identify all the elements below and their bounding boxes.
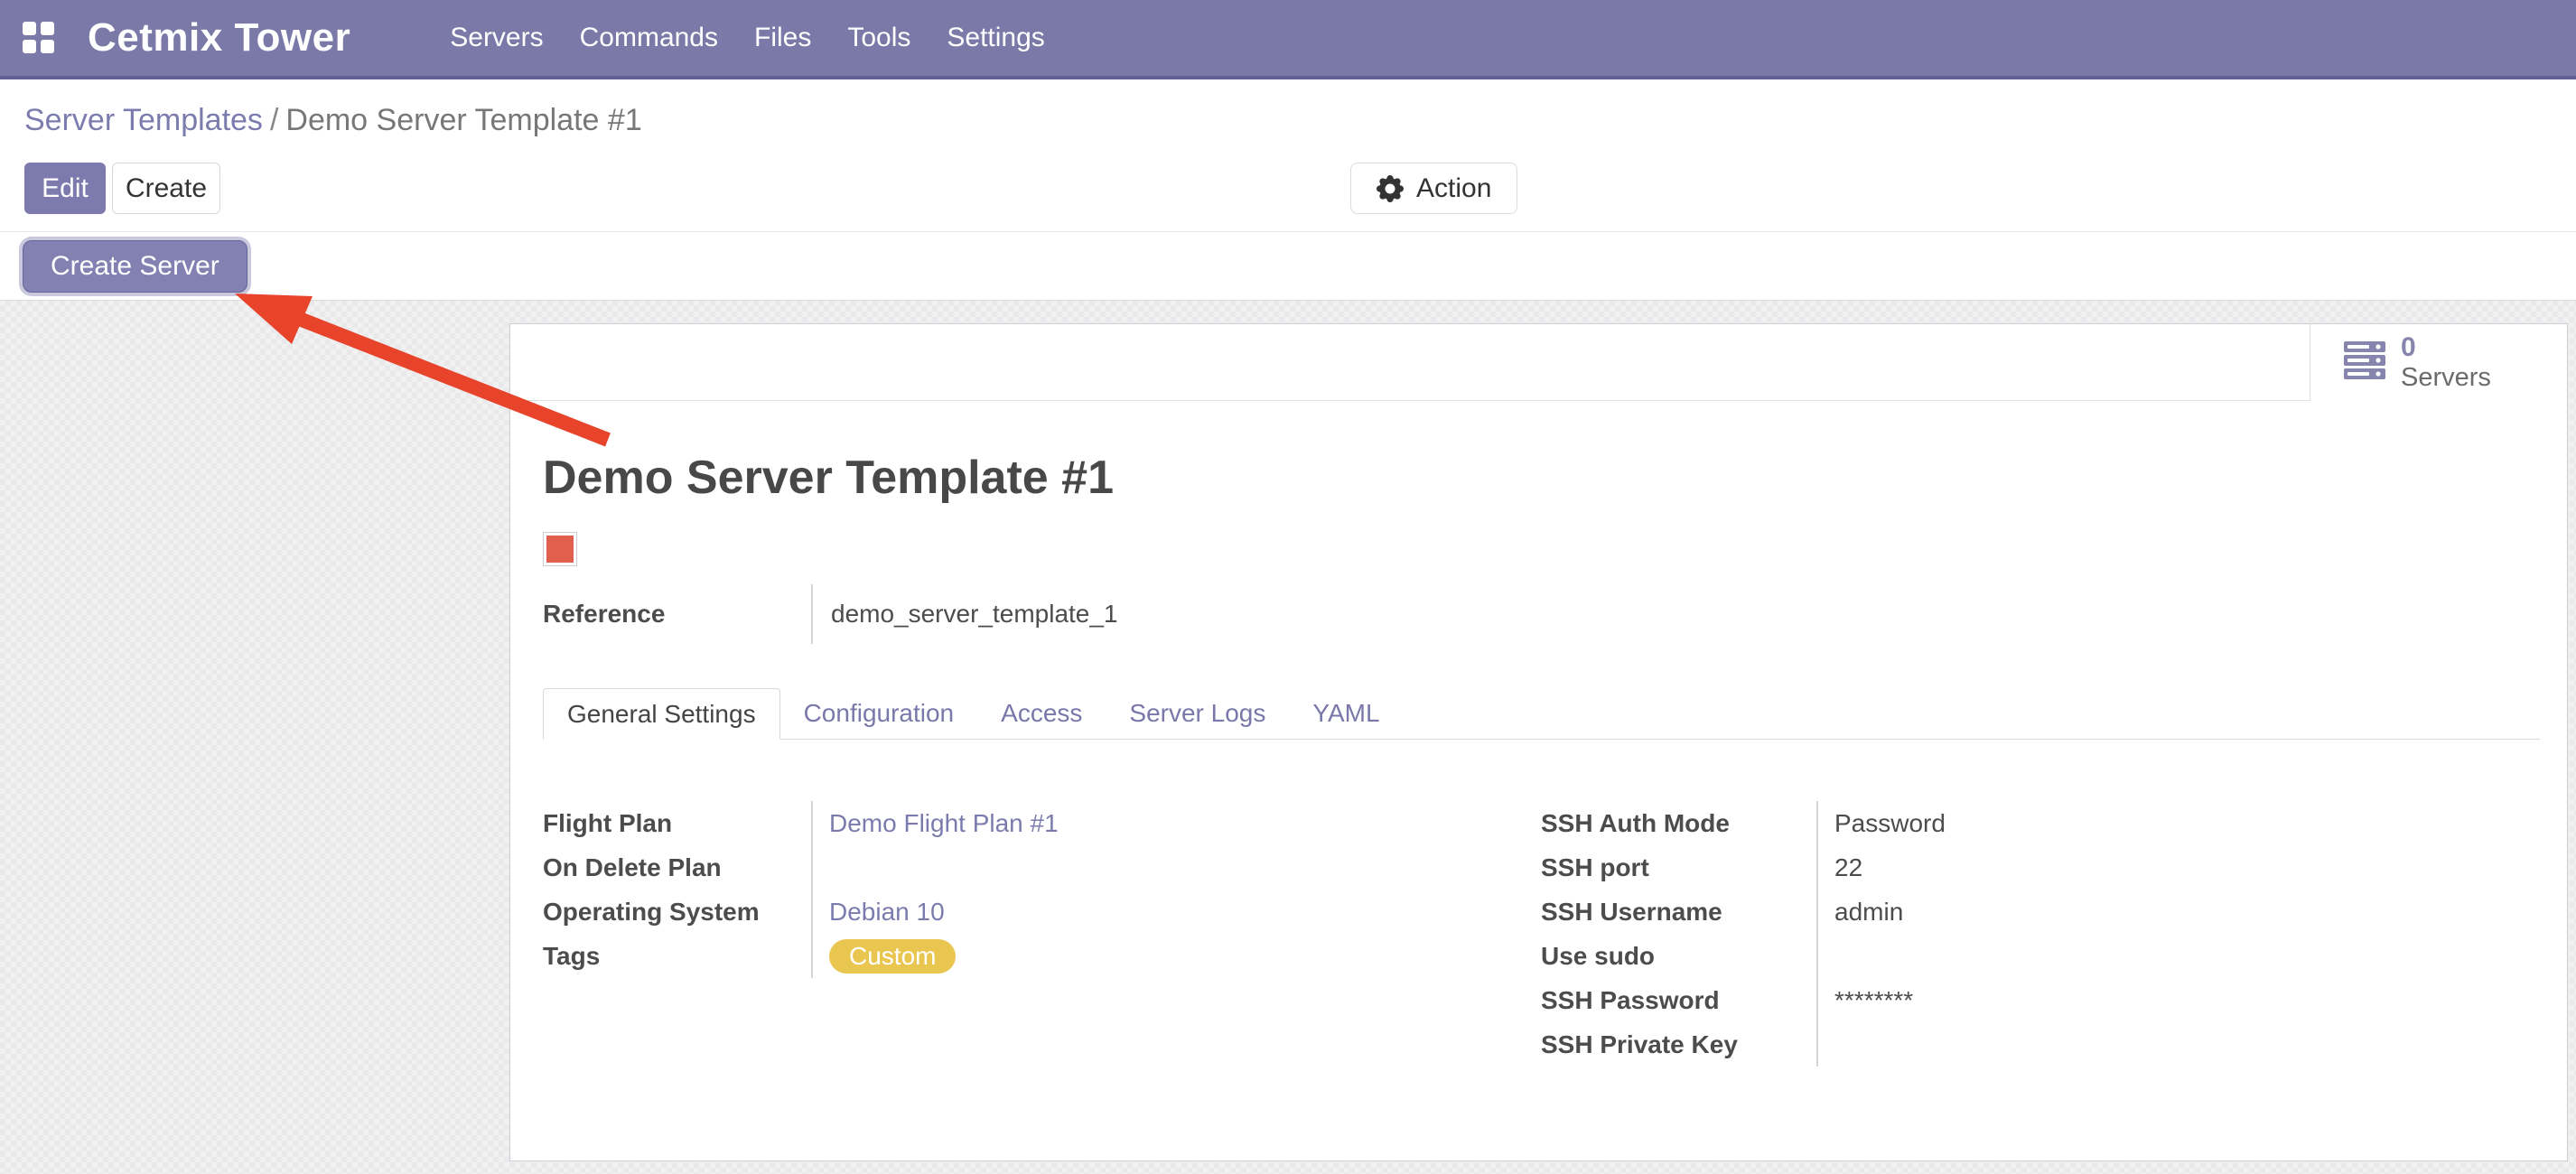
servers-count: 0 [2401, 332, 2491, 363]
field-label-ssh-private-key: SSH Private Key [1541, 1030, 1738, 1059]
servers-stat-button[interactable]: 0 Servers [2310, 324, 2567, 401]
field-value-operating-system[interactable]: Debian 10 [829, 898, 945, 927]
breadcrumb-parent-link[interactable]: Server Templates [24, 103, 263, 137]
menu-commands[interactable]: Commands [580, 23, 718, 53]
breadcrumb-current: Demo Server Template #1 [285, 103, 641, 137]
field-label-ssh-username: SSH Username [1541, 898, 1722, 927]
breadcrumb: Server Templates/Demo Server Template #1 [24, 103, 642, 138]
tag-badge-custom: Custom [829, 939, 956, 974]
app-name[interactable]: Cetmix Tower [88, 15, 350, 61]
field-label-ssh-password: SSH Password [1541, 986, 1720, 1015]
form-sheet: 0 Servers Demo Server Template #1 Refere… [509, 323, 2568, 1161]
servers-label: Servers [2401, 363, 2491, 392]
create-server-button[interactable]: Create Server [23, 240, 247, 293]
breadcrumb-separator: / [263, 103, 285, 137]
color-picker-swatch [546, 536, 574, 563]
field-label-on-delete-plan: On Delete Plan [543, 853, 722, 882]
menu-servers[interactable]: Servers [450, 23, 543, 53]
gear-icon [1377, 175, 1404, 202]
field-value-ssh-username: admin [1834, 898, 1903, 927]
field-value-flight-plan[interactable]: Demo Flight Plan #1 [829, 809, 1059, 838]
apps-grid-icon[interactable] [23, 22, 55, 54]
menu-settings[interactable]: Settings [947, 23, 1044, 53]
servers-stat-text: 0 Servers [2401, 332, 2491, 392]
menu-files[interactable]: Files [754, 23, 811, 53]
color-picker[interactable] [543, 532, 577, 566]
button-box-row: 0 Servers [510, 324, 2567, 401]
field-label-ssh-port: SSH port [1541, 853, 1649, 882]
field-value-ssh-port: 22 [1834, 853, 1862, 882]
field-label-use-sudo: Use sudo [1541, 942, 1655, 971]
tab-access[interactable]: Access [977, 688, 1106, 739]
notebook-tabs: General Settings Configuration Access Se… [543, 689, 2540, 740]
reference-value: demo_server_template_1 [811, 584, 1118, 644]
field-label-ssh-auth-mode: SSH Auth Mode [1541, 809, 1730, 838]
tab-server-logs[interactable]: Server Logs [1106, 688, 1289, 739]
statusbar: Create Server [0, 232, 2576, 301]
field-label-flight-plan: Flight Plan [543, 809, 672, 838]
menu-tools[interactable]: Tools [847, 23, 910, 53]
field-value-ssh-auth-mode: Password [1834, 809, 1946, 838]
main-menu: Servers Commands Files Tools Settings [450, 23, 1045, 53]
content-background: 0 Servers Demo Server Template #1 Refere… [0, 301, 2576, 1174]
tab-configuration[interactable]: Configuration [780, 688, 978, 739]
create-button[interactable]: Create [112, 163, 220, 214]
field-label-tags: Tags [543, 942, 600, 971]
tab-general-settings[interactable]: General Settings [543, 688, 780, 740]
server-stack-icon [2343, 340, 2386, 385]
field-value-ssh-password: ******** [1834, 986, 1913, 1015]
reference-field-row: Reference demo_server_template_1 [543, 584, 1118, 644]
tab-yaml[interactable]: YAML [1289, 688, 1403, 739]
field-group-left: Flight Plan On Delete Plan Operating Sys… [543, 801, 1505, 978]
action-button[interactable]: Action [1350, 163, 1517, 214]
reference-label: Reference [543, 584, 811, 644]
field-group-right: SSH Auth Mode SSH port SSH Username Use … [1541, 801, 2539, 1067]
action-button-label: Action [1416, 173, 1491, 204]
record-title: Demo Server Template #1 [543, 451, 1114, 505]
edit-button[interactable]: Edit [24, 163, 106, 214]
control-panel: Server Templates/Demo Server Template #1… [0, 79, 2576, 232]
top-navbar: Cetmix Tower Servers Commands Files Tool… [0, 0, 2576, 79]
field-label-operating-system: Operating System [543, 898, 760, 927]
